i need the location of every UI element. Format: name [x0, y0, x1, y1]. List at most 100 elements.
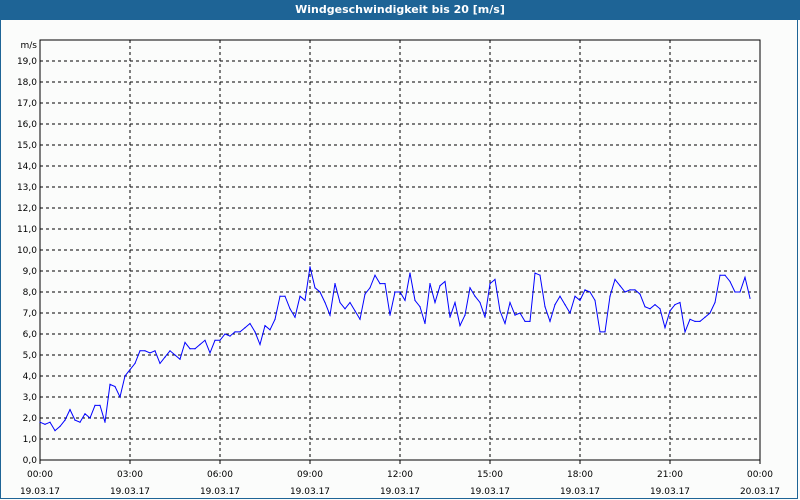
data-point: [439, 285, 441, 287]
data-point: [454, 301, 456, 304]
data-point: [209, 352, 211, 354]
data-point: [499, 310, 501, 312]
data-point: [549, 320, 551, 322]
data-point: [254, 331, 256, 333]
data-point: [134, 362, 136, 364]
data-point: [204, 339, 206, 341]
data-point: [359, 318, 361, 320]
data-point: [199, 343, 201, 346]
data-point: [614, 278, 616, 280]
wind-speed-line: [39, 266, 751, 432]
x-tick-time: 09:00: [297, 470, 323, 480]
data-point: [379, 283, 381, 285]
data-point: [544, 306, 546, 308]
data-point: [169, 350, 171, 352]
data-point: [349, 301, 351, 304]
data-point: [489, 283, 491, 285]
data-point: [524, 320, 526, 322]
data-point: [289, 308, 291, 310]
data-point: [369, 287, 371, 289]
data-point: [149, 352, 151, 354]
data-point: [139, 350, 141, 352]
x-tick-date: 19.03.17: [560, 487, 600, 497]
y-tick-label: 13,0: [17, 183, 37, 193]
data-point: [119, 396, 121, 398]
data-point: [664, 327, 666, 329]
data-point: [214, 339, 216, 341]
data-point: [394, 291, 396, 293]
data-point: [689, 318, 691, 320]
data-point: [309, 266, 311, 268]
y-tick-label: 16,0: [17, 120, 37, 130]
wind-speed-chart: 0,0 1,0 2,0 3,0 4,0 5,0 6,0 7,0 8,0 9,0 10,0 11,0 12…: [17, 39, 780, 497]
y-tick-label: 4,0: [23, 372, 38, 382]
data-point: [719, 274, 721, 276]
data-point: [624, 291, 626, 293]
data-point: [164, 356, 166, 358]
y-tick-label: 12,0: [17, 204, 37, 214]
data-point: [114, 385, 116, 388]
data-point: [189, 348, 191, 350]
x-tick-time: 21:00: [657, 470, 683, 480]
data-point: [329, 314, 331, 316]
data-point: [564, 304, 566, 306]
data-point: [319, 291, 321, 293]
data-point: [434, 301, 436, 304]
data-point: [184, 341, 186, 343]
data-point: [729, 280, 731, 283]
data-point: [504, 322, 506, 325]
data-point: [744, 276, 746, 278]
data-point: [474, 295, 476, 297]
data-point: [264, 325, 266, 327]
x-tick-date: 19.03.17: [290, 487, 330, 497]
x-tick-date: 19.03.17: [650, 487, 690, 497]
data-point: [339, 301, 341, 304]
data-point: [529, 320, 531, 322]
data-point: [429, 283, 431, 285]
data-point: [314, 287, 316, 289]
y-tick-label: 17,0: [17, 99, 37, 109]
y-tick-label: 1,0: [23, 435, 38, 445]
x-tick-time: 03:00: [117, 470, 143, 480]
data-point: [694, 320, 696, 322]
y-tick-label: 10,0: [17, 246, 37, 256]
data-point: [399, 291, 401, 293]
data-point: [734, 291, 736, 293]
data-point: [94, 404, 96, 406]
data-point: [724, 274, 726, 276]
data-point: [509, 301, 511, 304]
data-point: [179, 358, 181, 360]
data-point: [54, 430, 56, 432]
data-point: [194, 348, 196, 350]
data-point: [519, 312, 521, 314]
data-point: [409, 272, 411, 274]
y-tick-label: 9,0: [23, 267, 38, 277]
x-tick-time: 12:00: [387, 470, 413, 480]
data-point: [419, 306, 421, 308]
y-tick-label: 11,0: [17, 225, 37, 235]
data-point: [219, 339, 221, 341]
data-point: [534, 272, 536, 274]
data-point: [269, 329, 271, 331]
data-point: [404, 299, 406, 301]
x-tick-time: 00:00: [27, 470, 53, 480]
data-point: [559, 295, 561, 297]
data-point: [129, 369, 131, 371]
data-point: [174, 354, 176, 356]
y-tick-label: 6,0: [23, 330, 38, 340]
data-point: [554, 304, 556, 306]
data-point: [224, 333, 226, 335]
data-point: [539, 274, 541, 276]
data-point: [609, 295, 611, 297]
data-point: [59, 425, 61, 427]
data-point: [449, 316, 451, 318]
data-point: [709, 312, 711, 314]
data-point: [444, 280, 446, 283]
data-point: [679, 301, 681, 304]
x-tick-time: 00:00: [747, 470, 773, 480]
data-point: [84, 413, 86, 415]
data-point: [294, 316, 296, 318]
data-point: [284, 295, 286, 297]
data-point: [304, 299, 306, 301]
data-point: [279, 295, 281, 297]
